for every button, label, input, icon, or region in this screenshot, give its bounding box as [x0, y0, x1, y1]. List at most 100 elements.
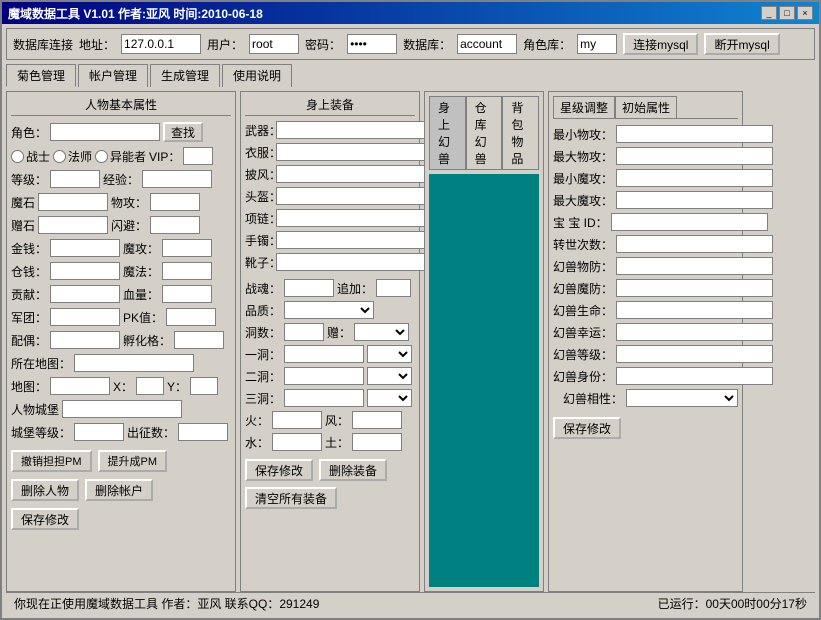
pet-panel: 身上幻兽 仓库幻兽 背包物品 — [424, 91, 544, 592]
y-input[interactable] — [190, 377, 218, 395]
rebirth-input[interactable] — [616, 235, 773, 253]
equip-clear-button[interactable]: 清空所有装备 — [245, 487, 337, 509]
soul-input[interactable] — [284, 279, 334, 297]
gift-select[interactable] — [354, 323, 409, 341]
hole2-input[interactable] — [284, 367, 364, 385]
min-atk-input[interactable] — [616, 125, 773, 143]
delete-char-button[interactable]: 删除人物 — [11, 479, 79, 501]
magatk-input[interactable] — [162, 239, 212, 257]
minimize-button[interactable]: _ — [761, 6, 777, 20]
hatch-label: 孵化格： — [123, 332, 171, 349]
main-content: 数据库连接 地址： 用户： 密码： 数据库： 角色库： 连接mysql 断开my… — [2, 24, 819, 618]
vip-input[interactable] — [183, 147, 213, 165]
wind-input[interactable] — [352, 411, 402, 429]
pwd-input[interactable] — [347, 34, 397, 54]
disconnect-button[interactable]: 断开mysql — [704, 33, 779, 55]
pet-id-input[interactable] — [611, 213, 768, 231]
close-button[interactable]: × — [797, 6, 813, 20]
helmet-input[interactable] — [276, 187, 433, 205]
promote-pm-button[interactable]: 提升成PM — [98, 450, 168, 472]
holes-input[interactable] — [284, 323, 324, 341]
hole1-input[interactable] — [284, 345, 364, 363]
tab-grape-mgmt[interactable]: 菊色管理 — [6, 64, 76, 87]
tab-pet-equip[interactable]: 身上幻兽 — [429, 96, 466, 169]
class-mage-radio[interactable] — [53, 150, 66, 163]
map-input[interactable] — [74, 354, 194, 372]
hole3-select[interactable] — [367, 389, 412, 407]
level-input[interactable] — [50, 170, 100, 188]
tab-generate-mgmt[interactable]: 生成管理 — [150, 64, 220, 87]
find-button[interactable]: 查找 — [163, 122, 203, 142]
army-input[interactable] — [50, 308, 120, 326]
pet-level-input[interactable] — [616, 345, 773, 363]
cloak-input[interactable] — [276, 165, 433, 183]
tab-usage-guide[interactable]: 使用说明 — [222, 64, 292, 87]
tab-pet-warehouse[interactable]: 仓库幻兽 — [466, 96, 503, 169]
max-atk-input[interactable] — [616, 147, 773, 165]
hole3-row: 三洞： — [245, 389, 415, 407]
mag-input[interactable] — [162, 262, 212, 280]
fire-input[interactable] — [272, 411, 322, 429]
necklace-input[interactable] — [276, 209, 433, 227]
hole2-row: 二洞： — [245, 367, 415, 385]
gem-input[interactable] — [38, 216, 108, 234]
star-save-button[interactable]: 保存修改 — [553, 417, 621, 439]
pet-status-input[interactable] — [616, 367, 773, 385]
zheng-input[interactable] — [178, 423, 228, 441]
hole3-input[interactable] — [284, 389, 364, 407]
maximize-button[interactable]: □ — [779, 6, 795, 20]
atk-input[interactable] — [150, 193, 200, 211]
water-input[interactable] — [272, 433, 322, 451]
hole1-row: 一洞： — [245, 345, 415, 363]
castle-level-input[interactable] — [74, 423, 124, 441]
quality-select[interactable] — [284, 301, 374, 319]
pet-mag-def-input[interactable] — [616, 279, 773, 297]
max-mag-atk-label: 最大魔攻： — [553, 192, 613, 209]
tab-star-adjust[interactable]: 星级调整 — [553, 96, 615, 118]
pet-affinity-select[interactable] — [626, 389, 738, 407]
earth-input[interactable] — [352, 433, 402, 451]
tab-backpack[interactable]: 背包物品 — [502, 96, 539, 169]
map-name-input[interactable] — [50, 377, 110, 395]
addr-input[interactable] — [121, 34, 201, 54]
hp-input[interactable] — [162, 285, 212, 303]
gold-input[interactable] — [50, 239, 120, 257]
class-psionic-radio[interactable] — [95, 150, 108, 163]
weapon-input[interactable] — [276, 121, 433, 139]
mo-input[interactable] — [38, 193, 108, 211]
tab-account-mgmt[interactable]: 帐户管理 — [78, 64, 148, 87]
equip-delete-button[interactable]: 删除装备 — [319, 459, 387, 481]
partner-input[interactable] — [50, 331, 120, 349]
clothes-input[interactable] — [276, 143, 433, 161]
hole1-select[interactable] — [367, 345, 412, 363]
pet-luck-input[interactable] — [616, 323, 773, 341]
bracelet-input[interactable] — [276, 231, 433, 249]
boots-input[interactable] — [276, 253, 433, 271]
contrib-input[interactable] — [50, 285, 120, 303]
pet-hp-input[interactable] — [616, 301, 773, 319]
max-mag-atk-input[interactable] — [616, 191, 773, 209]
dodge-input[interactable] — [150, 216, 200, 234]
x-input[interactable] — [136, 377, 164, 395]
warehouse-input[interactable] — [50, 262, 120, 280]
map-row: 所在地图： — [11, 354, 231, 372]
user-input[interactable] — [249, 34, 299, 54]
connect-button[interactable]: 连接mysql — [623, 33, 698, 55]
pet-def-input[interactable] — [616, 257, 773, 275]
delete-account-button[interactable]: 删除帐户 — [85, 479, 153, 501]
db-name-input[interactable] — [457, 34, 517, 54]
class-warrior-radio[interactable] — [11, 150, 24, 163]
hatch-input[interactable] — [174, 331, 224, 349]
char-save-button[interactable]: 保存修改 — [11, 508, 79, 530]
castle-input[interactable] — [62, 400, 182, 418]
add-input[interactable] — [376, 279, 411, 297]
hole2-select[interactable] — [367, 367, 412, 385]
min-mag-atk-input[interactable] — [616, 169, 773, 187]
role-db-input[interactable] — [577, 34, 617, 54]
cancel-pm-button[interactable]: 撤销担担PM — [11, 450, 92, 472]
role-input[interactable] — [50, 123, 160, 141]
equip-save-button[interactable]: 保存修改 — [245, 459, 313, 481]
exp-input[interactable] — [142, 170, 212, 188]
tab-init-attr[interactable]: 初始属性 — [615, 96, 677, 118]
pk-input[interactable] — [166, 308, 216, 326]
